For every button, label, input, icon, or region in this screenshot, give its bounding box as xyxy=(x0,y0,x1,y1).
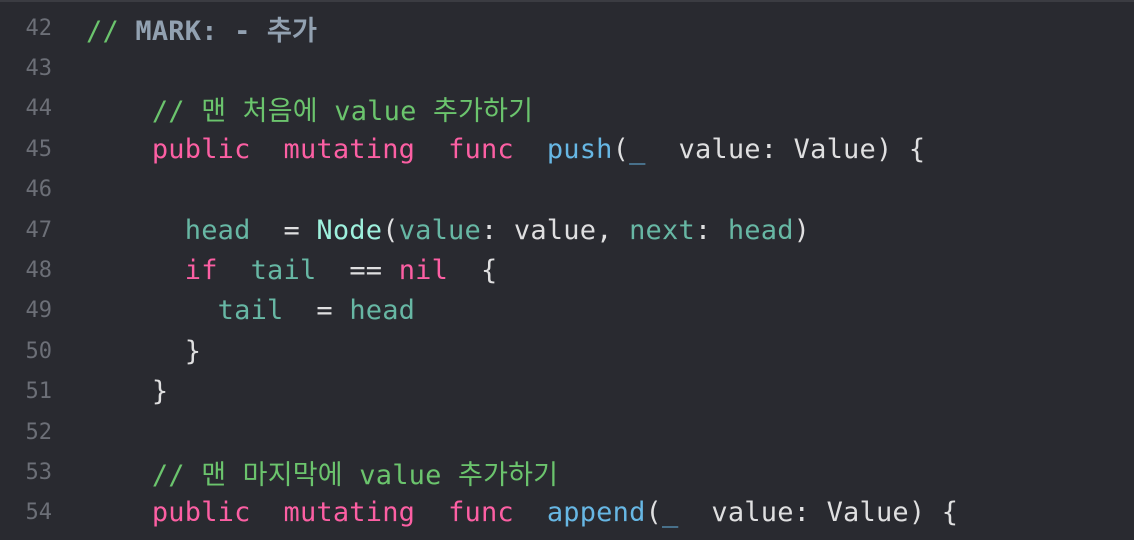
code-token: head xyxy=(727,214,794,246)
code-token: push xyxy=(546,133,613,165)
line-number: 42 xyxy=(25,15,53,41)
code-line[interactable]: 51 } xyxy=(0,372,1134,412)
code-token: = xyxy=(283,295,350,327)
code-token: == xyxy=(316,254,399,286)
line-number: 46 xyxy=(25,177,53,203)
code-token: public xyxy=(151,133,251,165)
code-token: tail xyxy=(250,254,317,286)
code-token: : xyxy=(694,214,728,246)
line-number: 45 xyxy=(25,136,53,162)
code-line[interactable]: 48 if tail == nil { xyxy=(0,250,1134,290)
code-token: ( xyxy=(645,497,663,529)
code-token: ( xyxy=(612,133,630,165)
code-token: value: Value) { xyxy=(645,133,926,165)
line-number: 44 xyxy=(25,96,53,122)
code-text: public mutating func append(_ value: Val… xyxy=(86,497,958,528)
line-number: 48 xyxy=(25,257,53,283)
code-text: // 맨 처음에 value 추가하기 xyxy=(86,89,533,128)
code-line[interactable]: 45 public mutating func push(_ value: Va… xyxy=(0,129,1134,169)
code-token: mutating xyxy=(283,133,416,165)
code-token: public xyxy=(151,497,251,529)
code-token: tail xyxy=(217,295,284,327)
code-line[interactable]: 44 // 맨 처음에 value 추가하기 xyxy=(0,89,1134,129)
code-token: head xyxy=(184,214,251,246)
code-token: } xyxy=(86,376,169,408)
code-line[interactable]: 52 xyxy=(0,412,1134,452)
code-token: func xyxy=(448,497,514,529)
code-token: mutating xyxy=(283,497,416,529)
line-number: 51 xyxy=(25,379,53,405)
code-token: // 맨 처음에 value 추가하기 xyxy=(86,96,534,128)
line-number: 52 xyxy=(25,419,53,445)
code-line[interactable]: 49 tail = head xyxy=(0,291,1134,331)
code-token: // xyxy=(86,15,136,47)
code-editor[interactable]: 42// MARK: - 추가 43 44 // 맨 처음에 value 추가하기 4… xyxy=(0,0,1134,540)
code-text: tail = head xyxy=(86,295,415,326)
line-number: 47 xyxy=(25,217,53,243)
code-token: Node xyxy=(316,214,383,246)
code-line[interactable]: 54 public mutating func append(_ value: … xyxy=(0,493,1134,533)
code-token: MARK: - 추가 xyxy=(135,15,318,47)
code-token: value: Value) { xyxy=(678,497,959,529)
code-token: : value, xyxy=(480,214,630,246)
code-line[interactable]: 50 } xyxy=(0,331,1134,371)
line-number: 43 xyxy=(25,55,53,81)
code-text: head = Node(value: value, next: head) xyxy=(86,215,810,246)
code-text: // MARK: - 추가 xyxy=(86,9,317,48)
code-line[interactable]: 47 head = Node(value: value, next: head) xyxy=(0,210,1134,250)
code-text: // 맨 마지막에 value 추가하기 xyxy=(86,453,558,492)
code-token: next xyxy=(629,214,695,246)
line-number: 50 xyxy=(25,338,53,364)
code-token: value xyxy=(398,214,481,246)
code-token: } xyxy=(86,335,202,367)
code-token: func xyxy=(448,133,514,165)
code-text: } xyxy=(86,336,201,367)
line-number: 53 xyxy=(25,459,53,485)
code-token: ) xyxy=(793,214,811,246)
code-line[interactable]: 46 xyxy=(0,170,1134,210)
code-token: // 맨 마지막에 value 추가하기 xyxy=(86,459,559,491)
code-text: } xyxy=(86,376,168,407)
code-token: ( xyxy=(382,214,399,246)
line-number: 49 xyxy=(25,298,53,324)
code-line[interactable]: 43 xyxy=(0,48,1134,88)
line-number: 54 xyxy=(25,500,53,526)
code-token: { xyxy=(448,254,498,286)
code-token: append xyxy=(546,497,646,529)
code-line[interactable]: 42 // MARK: - 추가 xyxy=(0,8,1134,48)
code-token: nil xyxy=(398,254,449,286)
code-token: = xyxy=(250,214,317,246)
code-token: if xyxy=(184,254,218,286)
code-line[interactable]: 53 // 맨 마지막에 value 추가하기 xyxy=(0,452,1134,492)
code-text: public mutating func push(_ value: Value… xyxy=(86,134,925,165)
code-text: if tail == nil { xyxy=(86,254,498,286)
code-token: _ xyxy=(662,497,679,529)
code-token: _ xyxy=(629,133,646,165)
code-token: head xyxy=(349,295,416,327)
